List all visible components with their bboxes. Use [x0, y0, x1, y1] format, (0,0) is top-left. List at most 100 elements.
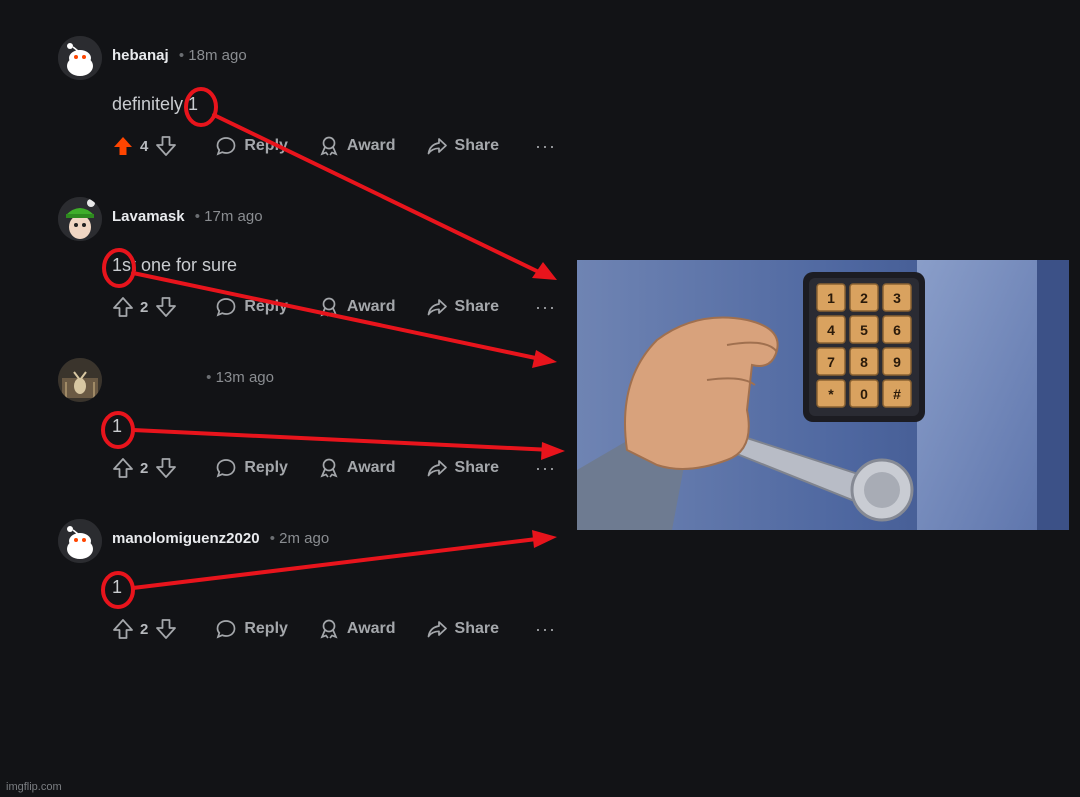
avatar[interactable]	[58, 197, 102, 241]
reply-button[interactable]: Reply	[215, 457, 288, 479]
award-icon	[320, 136, 338, 156]
share-button[interactable]: Share	[426, 618, 499, 640]
upvote-icon[interactable]	[112, 457, 134, 479]
keypad-key-label: 6	[893, 322, 901, 338]
share-arrow-icon	[427, 460, 447, 477]
share-arrow-icon	[427, 621, 447, 638]
comment-meta: 13m ago	[112, 369, 274, 386]
share-button[interactable]: Share	[426, 457, 499, 479]
upvote-filled-icon[interactable]	[112, 135, 134, 157]
avatar[interactable]	[58, 358, 102, 402]
timestamp[interactable]: 2m ago	[270, 530, 329, 547]
deer-avatar-icon	[58, 358, 102, 402]
share-arrow-icon	[427, 138, 447, 155]
award-button[interactable]: Award	[318, 618, 396, 640]
comment: hebanaj 18m ago definitely 1 4 Reply Awa…	[58, 36, 578, 176]
reply-label: Reply	[244, 137, 288, 154]
more-options-button[interactable]: ···	[535, 136, 556, 157]
comment-actions: 2 Reply Award Share ···	[112, 456, 556, 480]
comment-text: 1	[112, 416, 123, 436]
username[interactable]: Lavamask	[112, 208, 185, 225]
award-label: Award	[346, 137, 396, 154]
share-label: Share	[454, 298, 499, 315]
share-label: Share	[454, 459, 499, 476]
timestamp[interactable]: 18m ago	[179, 47, 247, 64]
comment-actions: 4 Reply Award Share ···	[112, 134, 556, 158]
reply-label: Reply	[244, 298, 288, 315]
vote-count: 4	[140, 137, 149, 155]
comment: manolomiguenz2020 2m ago 1 2 Reply Award…	[58, 519, 578, 659]
keypad-key-label: 5	[860, 322, 868, 338]
reddit-snoo-avatar-icon	[58, 519, 102, 563]
keypad-door-image: 1 2 3 4 5 6 7 8 9 * 0 #	[577, 260, 1069, 530]
more-options-button[interactable]: ···	[535, 619, 556, 640]
reply-label: Reply	[244, 620, 288, 637]
reply-label: Reply	[244, 459, 288, 476]
downvote-icon[interactable]	[155, 135, 177, 157]
award-button[interactable]: Award	[318, 135, 396, 157]
keypad-key-label: 0	[860, 386, 868, 402]
imgflip-watermark: imgflip.com	[6, 781, 62, 793]
share-label: Share	[454, 137, 499, 154]
more-options-button[interactable]: ···	[535, 297, 556, 318]
comment-text: 1	[112, 577, 123, 597]
reply-button[interactable]: Reply	[215, 618, 288, 640]
upvote-icon[interactable]	[112, 618, 134, 640]
vote-group: 2	[112, 457, 177, 479]
award-button[interactable]: Award	[318, 296, 396, 318]
timestamp[interactable]: 13m ago	[206, 369, 274, 386]
reddit-snoo-avatar-icon	[58, 36, 102, 80]
keypad-key-label: *	[828, 386, 834, 402]
downvote-icon[interactable]	[155, 618, 177, 640]
comment-actions: 2 Reply Award Share ···	[112, 295, 556, 319]
upvote-icon[interactable]	[112, 296, 134, 318]
keypad-key-label: 4	[827, 322, 835, 338]
speech-bubble-icon	[216, 459, 236, 478]
comment: 13m ago 1 2 Reply Award Share ···	[58, 358, 578, 498]
reply-button[interactable]: Reply	[215, 296, 288, 318]
comment-text: 1st one for sure	[112, 255, 238, 275]
share-arrow-icon	[427, 299, 447, 316]
award-icon	[320, 619, 338, 639]
comment-meta: Lavamask 17m ago	[112, 208, 263, 225]
award-icon	[320, 297, 338, 317]
comment-meta: manolomiguenz2020 2m ago	[112, 530, 329, 547]
avatar[interactable]	[58, 519, 102, 563]
vote-count: 2	[140, 459, 149, 477]
vote-group: 2	[112, 618, 177, 640]
avatar[interactable]	[58, 36, 102, 80]
vote-count: 2	[140, 620, 149, 638]
comment-text: definitely 1	[112, 94, 199, 114]
award-icon	[320, 458, 338, 478]
keypad-scene: 1 2 3 4 5 6 7 8 9 * 0 #	[577, 260, 1069, 530]
share-label: Share	[454, 620, 499, 637]
reply-button[interactable]: Reply	[215, 135, 288, 157]
keypad-key-label: 3	[893, 290, 901, 306]
keypad-key-label: 8	[860, 354, 868, 370]
username[interactable]: hebanaj	[112, 47, 169, 64]
downvote-icon[interactable]	[155, 296, 177, 318]
share-button[interactable]: Share	[426, 296, 499, 318]
keypad-key-label: #	[893, 386, 901, 402]
username[interactable]: manolomiguenz2020	[112, 530, 260, 547]
vote-group: 2	[112, 296, 177, 318]
share-button[interactable]: Share	[426, 135, 499, 157]
more-options-button[interactable]: ···	[535, 458, 556, 479]
keypad-key-label: 7	[827, 354, 835, 370]
keypad-key-label: 2	[860, 290, 868, 306]
speech-bubble-icon	[216, 298, 236, 317]
comment-meta: hebanaj 18m ago	[112, 47, 247, 64]
keypad-key-label: 1	[827, 290, 835, 306]
timestamp[interactable]: 17m ago	[195, 208, 263, 225]
vote-group: 4	[112, 135, 177, 157]
speech-bubble-icon	[216, 620, 236, 639]
comment: Lavamask 17m ago 1st one for sure 2 Repl…	[58, 197, 578, 337]
green-hat-avatar-icon	[58, 197, 102, 241]
vote-count: 2	[140, 298, 149, 316]
award-label: Award	[346, 620, 396, 637]
comment-actions: 2 Reply Award Share ···	[112, 617, 556, 641]
downvote-icon[interactable]	[155, 457, 177, 479]
award-button[interactable]: Award	[318, 457, 396, 479]
award-label: Award	[346, 298, 396, 315]
award-label: Award	[346, 459, 396, 476]
